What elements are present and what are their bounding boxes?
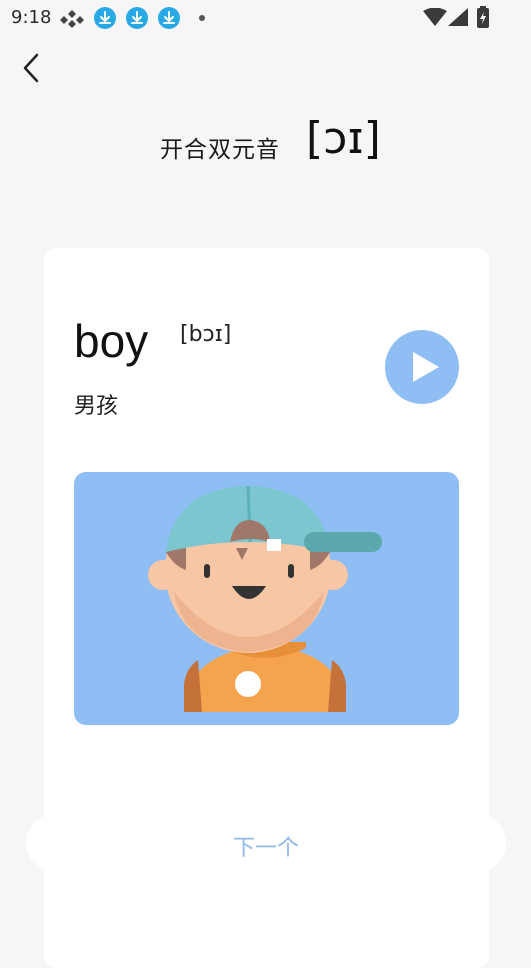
wifi-icon [423, 7, 447, 30]
phoneme-title: [ɔɪ] [306, 113, 381, 164]
status-time: 9:18 [11, 7, 52, 28]
status-bar: 9:18 [0, 0, 531, 36]
word-illustration [74, 472, 459, 725]
next-button-label: 下一个 [232, 836, 299, 861]
page-header: 开合双元音 [ɔɪ] [0, 110, 531, 170]
download-icon [158, 7, 180, 29]
dot-icon [199, 15, 205, 21]
back-button[interactable] [18, 52, 48, 84]
download-icon [94, 7, 116, 29]
app-icon [60, 8, 84, 34]
download-icon [126, 7, 148, 29]
word-text: boy [74, 315, 149, 367]
play-audio-button[interactable] [385, 330, 459, 404]
boy-with-cap-illustration [148, 485, 382, 712]
battery-icon [477, 6, 489, 32]
word-meaning: 男孩 [74, 394, 119, 419]
signal-icon [448, 8, 468, 30]
chevron-left-icon [23, 53, 39, 83]
next-button[interactable]: 下一个 [26, 814, 506, 872]
category-title: 开合双元音 [160, 137, 280, 163]
word-phonetic: [bɔɪ] [180, 322, 232, 347]
play-icon [413, 352, 439, 382]
